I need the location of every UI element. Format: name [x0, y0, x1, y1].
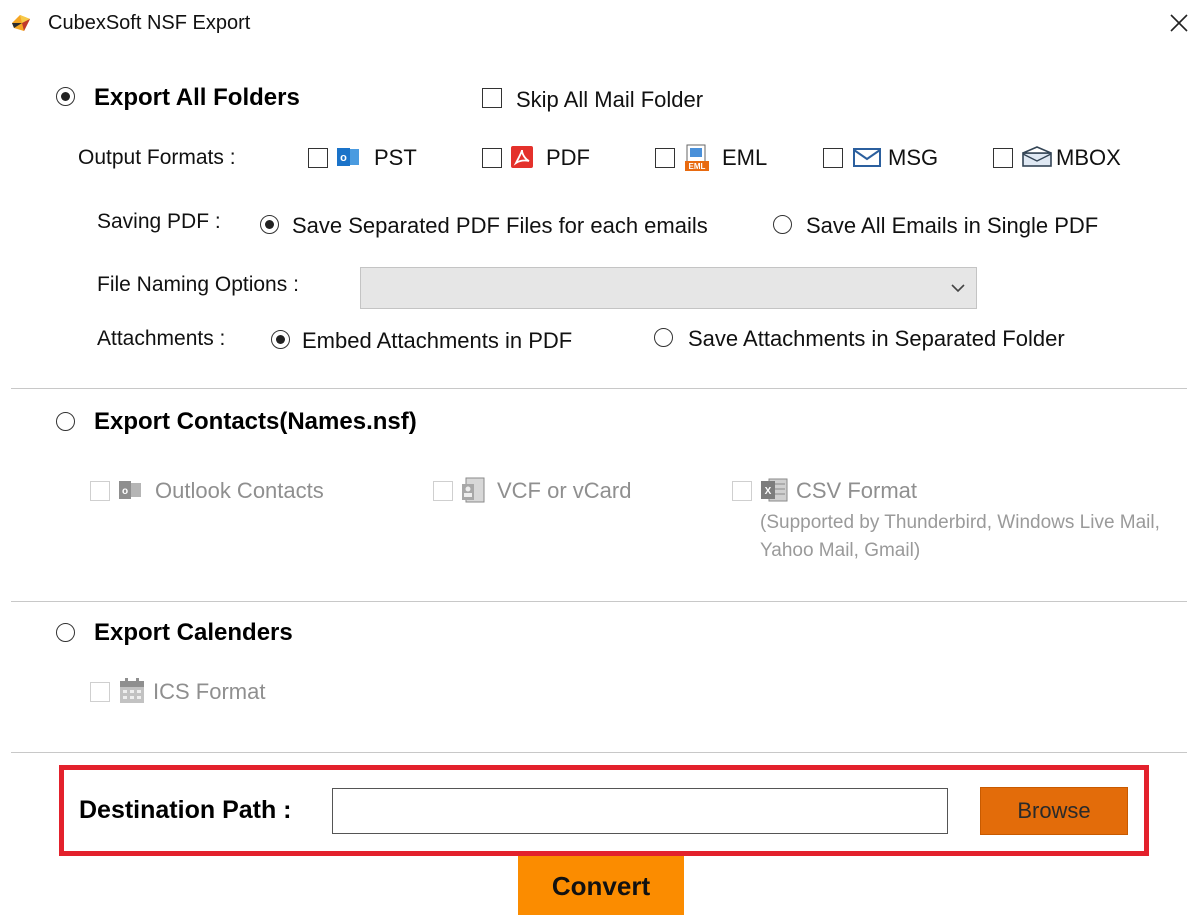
- pdf-checkbox[interactable]: [482, 148, 502, 168]
- svg-text:EML: EML: [689, 162, 706, 171]
- export-contacts-label[interactable]: Export Contacts(Names.nsf): [94, 408, 417, 436]
- save-separated-pdf-radio[interactable]: [260, 215, 279, 234]
- vcf-checkbox[interactable]: [433, 481, 453, 501]
- pdf-icon: [510, 145, 534, 169]
- section-divider: [11, 752, 1187, 753]
- csv-label[interactable]: CSV Format: [796, 478, 917, 504]
- separate-attachments-label[interactable]: Save Attachments in Separated Folder: [688, 326, 1065, 352]
- app-logo-icon: [10, 12, 32, 34]
- export-all-folders-label[interactable]: Export All Folders: [94, 84, 300, 112]
- convert-button-label: Convert: [551, 870, 651, 901]
- calendar-icon: [118, 677, 146, 705]
- skip-mail-folder-label[interactable]: Skip All Mail Folder: [516, 87, 703, 113]
- pst-label[interactable]: PST: [374, 145, 417, 171]
- window-title: CubexSoft NSF Export: [48, 12, 251, 34]
- mbox-checkbox[interactable]: [993, 148, 1013, 168]
- eml-label[interactable]: EML: [722, 145, 767, 171]
- save-single-pdf-radio[interactable]: [773, 215, 792, 234]
- svg-text:o: o: [122, 486, 128, 497]
- msg-checkbox[interactable]: [823, 148, 843, 168]
- svg-text:X: X: [765, 486, 772, 497]
- envelope-icon: [852, 145, 882, 169]
- save-separated-pdf-label[interactable]: Save Separated PDF Files for each emails: [292, 213, 708, 239]
- destination-path-label: Destination Path :: [79, 796, 292, 824]
- ics-checkbox[interactable]: [90, 682, 110, 702]
- vcard-icon: [460, 476, 488, 504]
- separate-attachments-radio[interactable]: [654, 328, 673, 347]
- file-naming-label: File Naming Options :: [97, 273, 299, 296]
- pdf-label[interactable]: PDF: [546, 145, 590, 171]
- ics-label[interactable]: ICS Format: [153, 679, 265, 705]
- close-button[interactable]: [1166, 8, 1192, 38]
- msg-label[interactable]: MSG: [888, 145, 938, 171]
- export-all-folders-radio[interactable]: [56, 87, 75, 106]
- mbox-label[interactable]: MBOX: [1056, 145, 1121, 171]
- mbox-icon: [1020, 145, 1054, 169]
- convert-button[interactable]: Convert: [518, 856, 684, 915]
- attachments-label: Attachments :: [97, 327, 226, 350]
- pst-checkbox[interactable]: [308, 148, 328, 168]
- outlook-contacts-label[interactable]: Outlook Contacts: [155, 478, 324, 504]
- embed-attachments-label[interactable]: Embed Attachments in PDF: [302, 328, 572, 354]
- saving-pdf-label: Saving PDF :: [97, 210, 221, 233]
- outlook-icon: o: [336, 145, 360, 169]
- csv-checkbox[interactable]: [732, 481, 752, 501]
- export-calendars-radio[interactable]: [56, 623, 75, 642]
- chevron-down-icon: [951, 284, 965, 293]
- section-divider: [11, 601, 1187, 602]
- section-divider: [11, 388, 1187, 389]
- eml-checkbox[interactable]: [655, 148, 675, 168]
- browse-button[interactable]: Browse: [980, 787, 1128, 835]
- save-single-pdf-label[interactable]: Save All Emails in Single PDF: [806, 213, 1098, 239]
- browse-button-label: Browse: [1017, 798, 1091, 823]
- excel-icon: X: [759, 476, 789, 504]
- csv-support-note: (Supported by Thunderbird, Windows Live …: [760, 512, 1160, 561]
- svg-text:o: o: [340, 152, 347, 164]
- output-formats-label: Output Formats :: [78, 146, 236, 169]
- vcf-label[interactable]: VCF or vCard: [497, 478, 631, 504]
- embed-attachments-radio[interactable]: [271, 330, 290, 349]
- export-contacts-radio[interactable]: [56, 412, 75, 431]
- close-icon: [1170, 14, 1188, 32]
- export-calendars-label[interactable]: Export Calenders: [94, 619, 293, 647]
- outlook-contacts-icon: o: [118, 478, 142, 502]
- skip-mail-folder-checkbox[interactable]: [482, 88, 502, 108]
- eml-icon: EML: [684, 144, 710, 172]
- destination-path-input[interactable]: [332, 788, 948, 834]
- file-naming-dropdown[interactable]: [360, 267, 977, 309]
- outlook-contacts-checkbox[interactable]: [90, 481, 110, 501]
